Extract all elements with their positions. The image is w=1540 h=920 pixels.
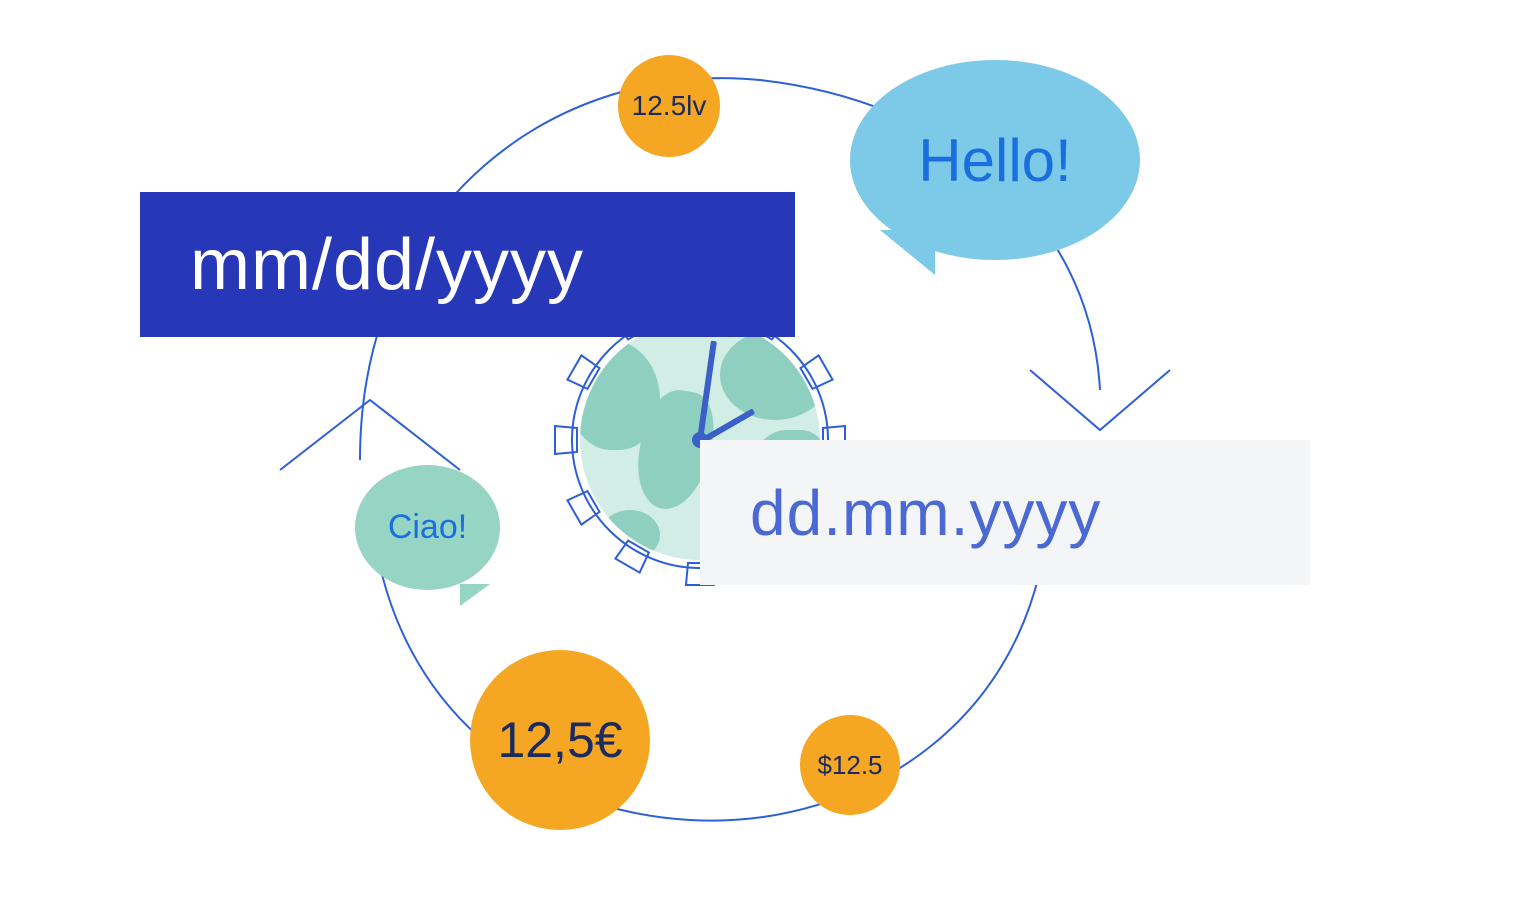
currency-euro-coin: 12,5€ bbox=[470, 650, 650, 830]
ciao-speech-bubble: Ciao! bbox=[355, 465, 500, 600]
speech-tail-icon bbox=[880, 230, 935, 275]
currency-dollar-label: $12.5 bbox=[817, 750, 882, 781]
date-format-eu-box: dd.mm.yyyy bbox=[700, 440, 1310, 585]
speech-tail-icon bbox=[460, 584, 490, 606]
currency-lev-coin: 12.5lv bbox=[618, 55, 720, 157]
ciao-label: Ciao! bbox=[388, 508, 467, 547]
date-format-eu-label: dd.mm.yyyy bbox=[750, 476, 1101, 550]
date-format-us-label: mm/dd/yyyy bbox=[190, 224, 584, 306]
date-format-us-box: mm/dd/yyyy bbox=[140, 192, 795, 337]
localization-diagram: mm/dd/yyyy dd.mm.yyyy Hello! Ciao! 12.5l… bbox=[0, 0, 1540, 920]
hello-speech-bubble: Hello! bbox=[850, 60, 1140, 260]
currency-lev-label: 12.5lv bbox=[632, 90, 707, 122]
currency-dollar-coin: $12.5 bbox=[800, 715, 900, 815]
currency-euro-label: 12,5€ bbox=[497, 711, 622, 769]
hello-label: Hello! bbox=[918, 126, 1071, 195]
